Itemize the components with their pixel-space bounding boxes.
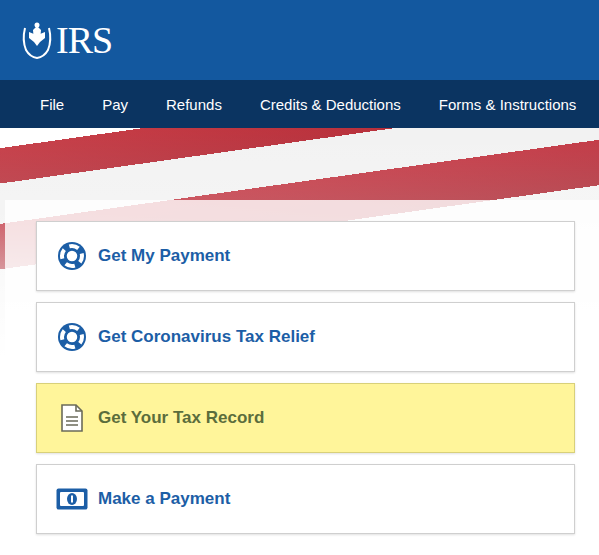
- nav-item[interactable]: Credits & Deductions: [260, 96, 401, 113]
- card-label: Make a Payment: [98, 489, 230, 509]
- header: IRS: [0, 0, 599, 80]
- card-label: Get Coronavirus Tax Relief: [98, 327, 315, 347]
- quick-link-card[interactable]: Make a Payment: [36, 464, 575, 534]
- card-label: Get Your Tax Record: [98, 408, 264, 428]
- main-nav: File Pay Refunds Credits & Deductions Forms …: [0, 80, 599, 128]
- nav-item[interactable]: Forms & Instructions: [439, 96, 577, 113]
- card-label: Get My Payment: [98, 246, 230, 266]
- document-icon: [59, 403, 85, 433]
- money-icon: [56, 488, 88, 510]
- card-icon-box: [56, 402, 88, 434]
- quick-link-card[interactable]: Get My Payment: [36, 221, 575, 291]
- nav-item[interactable]: Refunds: [166, 96, 222, 113]
- card-icon-box: [56, 240, 88, 272]
- card-icon-box: [56, 483, 88, 515]
- logo-text: IRS: [56, 21, 112, 59]
- irs-seal-icon: [20, 20, 54, 60]
- irs-page: IRS File Pay Refunds Credits & Deductions For…: [0, 0, 599, 555]
- lifebuoy-icon: [57, 241, 87, 271]
- lifebuoy-icon: [57, 322, 87, 352]
- quick-links-panel: Get My Payment Get Coronavirus Tax Relief…: [5, 200, 599, 555]
- hero-banner: Get My Payment Get Coronavirus Tax Relief…: [0, 128, 599, 555]
- quick-link-card[interactable]: Get Coronavirus Tax Relief: [36, 302, 575, 372]
- nav-item[interactable]: Pay: [102, 96, 128, 113]
- card-icon-box: [56, 321, 88, 353]
- irs-logo[interactable]: IRS: [20, 20, 112, 60]
- nav-item[interactable]: File: [40, 96, 64, 113]
- quick-link-card[interactable]: Get Your Tax Record: [36, 383, 575, 453]
